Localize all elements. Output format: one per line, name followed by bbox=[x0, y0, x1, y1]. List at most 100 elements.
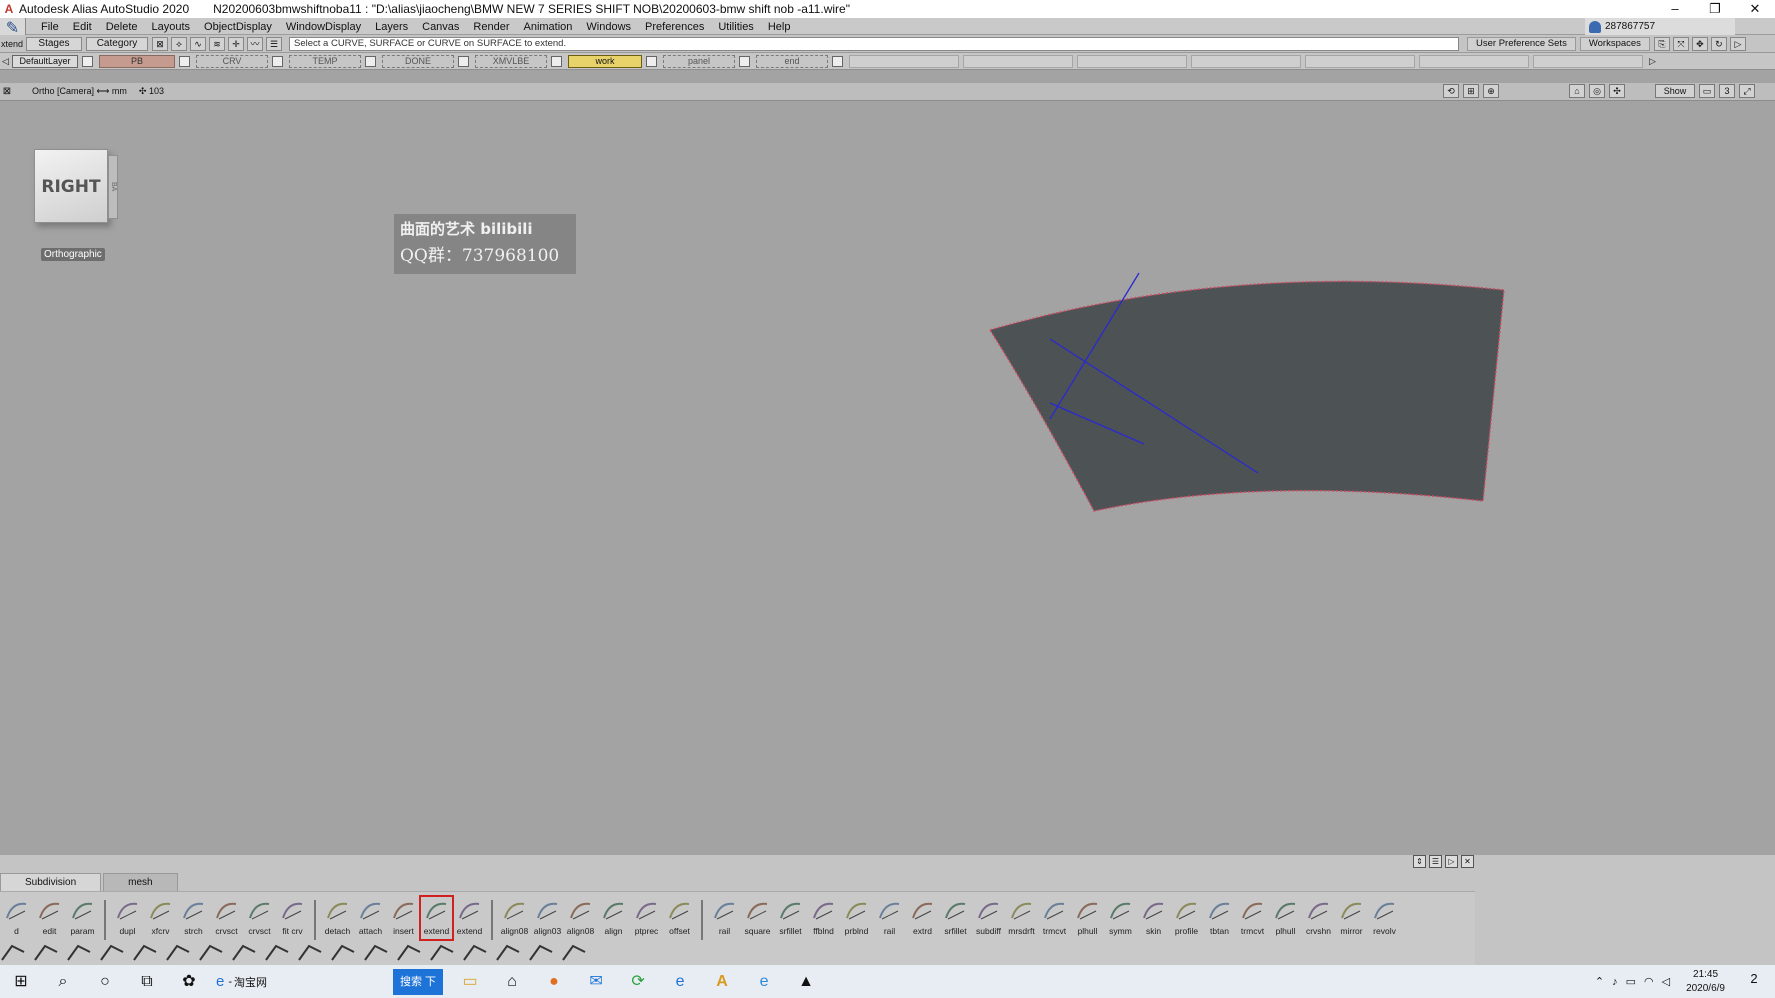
tool-detach[interactable]: detach bbox=[321, 896, 354, 940]
tool-crvshn[interactable]: crvshn bbox=[1302, 896, 1335, 940]
tool-skin[interactable]: skin bbox=[1137, 896, 1170, 940]
tool-param[interactable]: param bbox=[66, 896, 99, 940]
wifi-icon[interactable]: ◠ bbox=[1644, 975, 1654, 988]
tool-row2-icon[interactable] bbox=[231, 942, 257, 962]
close-button[interactable]: ✕ bbox=[1735, 0, 1775, 18]
view-reset-icon[interactable]: ⌂ bbox=[1569, 84, 1585, 98]
menu-item-utilities[interactable]: Utilities bbox=[711, 21, 760, 33]
cortana-icon[interactable]: ○ bbox=[93, 971, 117, 993]
layer-visibility-toggle[interactable] bbox=[365, 55, 376, 67]
menu-item-render[interactable]: Render bbox=[466, 21, 516, 33]
palette-expand-icon[interactable]: ⇕ bbox=[1413, 855, 1426, 868]
tool-trmcvt[interactable]: trmcvt bbox=[1038, 896, 1071, 940]
tool-plhull[interactable]: plhull bbox=[1071, 896, 1104, 940]
taskbar-search-button[interactable]: 搜索 下 bbox=[393, 968, 444, 995]
tool-rail[interactable]: rail bbox=[708, 896, 741, 940]
workspace-save-icon[interactable]: ⎘ bbox=[1653, 36, 1670, 51]
menu-item-delete[interactable]: Delete bbox=[99, 21, 145, 33]
layer-visibility-toggle[interactable] bbox=[646, 55, 657, 67]
workspaces-button[interactable]: Workspaces bbox=[1579, 36, 1650, 51]
tool-row2-icon[interactable] bbox=[528, 942, 554, 962]
tool-rail[interactable]: rail bbox=[873, 896, 906, 940]
tool-profile[interactable]: profile bbox=[1170, 896, 1203, 940]
tool-align03[interactable]: align03 bbox=[531, 896, 564, 940]
viewport-close-icon[interactable]: ⊠ bbox=[0, 86, 14, 97]
pick-component-icon[interactable]: ⟡ bbox=[171, 36, 187, 51]
transform-icon[interactable]: ⤧ bbox=[1672, 36, 1689, 51]
view-look-icon[interactable]: ◎ bbox=[1589, 84, 1605, 98]
clock[interactable]: 21:45 2020/6/9 bbox=[1686, 968, 1725, 996]
tool-extrd[interactable]: extrd bbox=[906, 896, 939, 940]
layer-visibility-toggle[interactable] bbox=[739, 55, 750, 67]
tool-insert[interactable]: insert bbox=[387, 896, 420, 940]
user-account[interactable]: 287867757 bbox=[1585, 18, 1735, 35]
stages-button[interactable]: Stages bbox=[26, 36, 82, 51]
tool-attach[interactable]: attach bbox=[354, 896, 387, 940]
tumble-icon[interactable]: ⟲ bbox=[1443, 84, 1459, 98]
tool-ptprec[interactable]: ptprec bbox=[630, 896, 663, 940]
menu-item-windows[interactable]: Windows bbox=[579, 21, 638, 33]
menu-item-preferences[interactable]: Preferences bbox=[638, 21, 711, 33]
photos-icon[interactable]: ▲ bbox=[794, 971, 818, 993]
layer-work[interactable]: work bbox=[568, 54, 642, 68]
app-orange-icon[interactable]: ● bbox=[542, 971, 566, 993]
edge-icon[interactable]: e bbox=[668, 971, 692, 993]
tool-row2-icon[interactable] bbox=[330, 942, 356, 962]
search-icon[interactable]: ⌕ bbox=[51, 971, 75, 993]
tool-align[interactable]: align bbox=[597, 896, 630, 940]
pick-surface-icon[interactable]: ≋ bbox=[209, 36, 225, 51]
prompt-history-icon[interactable]: ☰ bbox=[266, 36, 282, 51]
palette-close-icon[interactable]: ✕ bbox=[1461, 855, 1474, 868]
layer-default[interactable]: DefaultLayer bbox=[12, 54, 78, 68]
windows-start-icon[interactable]: ⊞ bbox=[9, 971, 33, 993]
tool-edit[interactable]: edit bbox=[33, 896, 66, 940]
menu-item-windowdisplay[interactable]: WindowDisplay bbox=[279, 21, 368, 33]
tool-d[interactable]: d bbox=[0, 896, 33, 940]
layer-visibility-toggle[interactable] bbox=[551, 55, 562, 67]
tool-subdiff[interactable]: subdiff bbox=[972, 896, 1005, 940]
volume-icon[interactable]: ◁ bbox=[1662, 975, 1670, 988]
tool-row2-icon[interactable] bbox=[495, 942, 521, 962]
tool-fit-crv[interactable]: fit crv bbox=[276, 896, 309, 940]
ie-taskbar-icon[interactable]: e bbox=[752, 971, 776, 993]
layer-empty-slot[interactable] bbox=[1191, 54, 1301, 68]
menu-item-edit[interactable]: Edit bbox=[66, 21, 99, 33]
layer-default-visibility[interactable] bbox=[82, 55, 93, 67]
tool-row2-icon[interactable] bbox=[165, 942, 191, 962]
tool-plhull[interactable]: plhull bbox=[1269, 896, 1302, 940]
menu-item-objectdisplay[interactable]: ObjectDisplay bbox=[197, 21, 279, 33]
tool-row2-icon[interactable] bbox=[462, 942, 488, 962]
tool-row2-icon[interactable] bbox=[198, 942, 224, 962]
tool-mirror[interactable]: mirror bbox=[1335, 896, 1368, 940]
tool-prblnd[interactable]: prblnd bbox=[840, 896, 873, 940]
tool-square[interactable]: square bbox=[741, 896, 774, 940]
menu-item-canvas[interactable]: Canvas bbox=[415, 21, 466, 33]
tool-row2-icon[interactable] bbox=[0, 942, 26, 962]
pick-template-icon[interactable]: 〰 bbox=[247, 36, 263, 51]
layer-panel[interactable]: panel bbox=[663, 54, 735, 68]
layer-end[interactable]: end bbox=[756, 54, 828, 68]
pick-point-icon[interactable]: ✛ bbox=[228, 36, 244, 51]
tool-align08[interactable]: align08 bbox=[498, 896, 531, 940]
window-layout-icon[interactable]: ▭ bbox=[1699, 84, 1715, 98]
tool-dupl[interactable]: dupl bbox=[111, 896, 144, 940]
tool-row2-icon[interactable] bbox=[297, 942, 323, 962]
menu-item-layouts[interactable]: Layouts bbox=[145, 21, 198, 33]
palette-tab-mesh[interactable]: mesh bbox=[103, 873, 178, 891]
tool-extend[interactable]: extend bbox=[453, 896, 486, 940]
view-fit-icon[interactable]: ✣ bbox=[1609, 84, 1625, 98]
show-button[interactable]: Show bbox=[1655, 84, 1695, 98]
tool-crvsct[interactable]: crvsct bbox=[210, 896, 243, 940]
prompt-line[interactable]: Select a CURVE, SURFACE or CURVE on SURF… bbox=[289, 36, 1459, 51]
maximize-view-icon[interactable]: ⤢ bbox=[1739, 84, 1755, 98]
menu-item-help[interactable]: Help bbox=[761, 21, 798, 33]
layer-empty-slot[interactable] bbox=[963, 54, 1073, 68]
file-explorer-icon[interactable]: ▭ bbox=[458, 971, 482, 993]
tool-row2-icon[interactable] bbox=[396, 942, 422, 962]
mic-icon[interactable]: ♪ bbox=[1612, 976, 1618, 988]
tool-tbtan[interactable]: tbtan bbox=[1203, 896, 1236, 940]
tool-row2-icon[interactable] bbox=[132, 942, 158, 962]
battery-icon[interactable]: ▭ bbox=[1626, 975, 1636, 988]
tool-row2-icon[interactable] bbox=[363, 942, 389, 962]
layer-crv[interactable]: CRV bbox=[196, 54, 268, 68]
